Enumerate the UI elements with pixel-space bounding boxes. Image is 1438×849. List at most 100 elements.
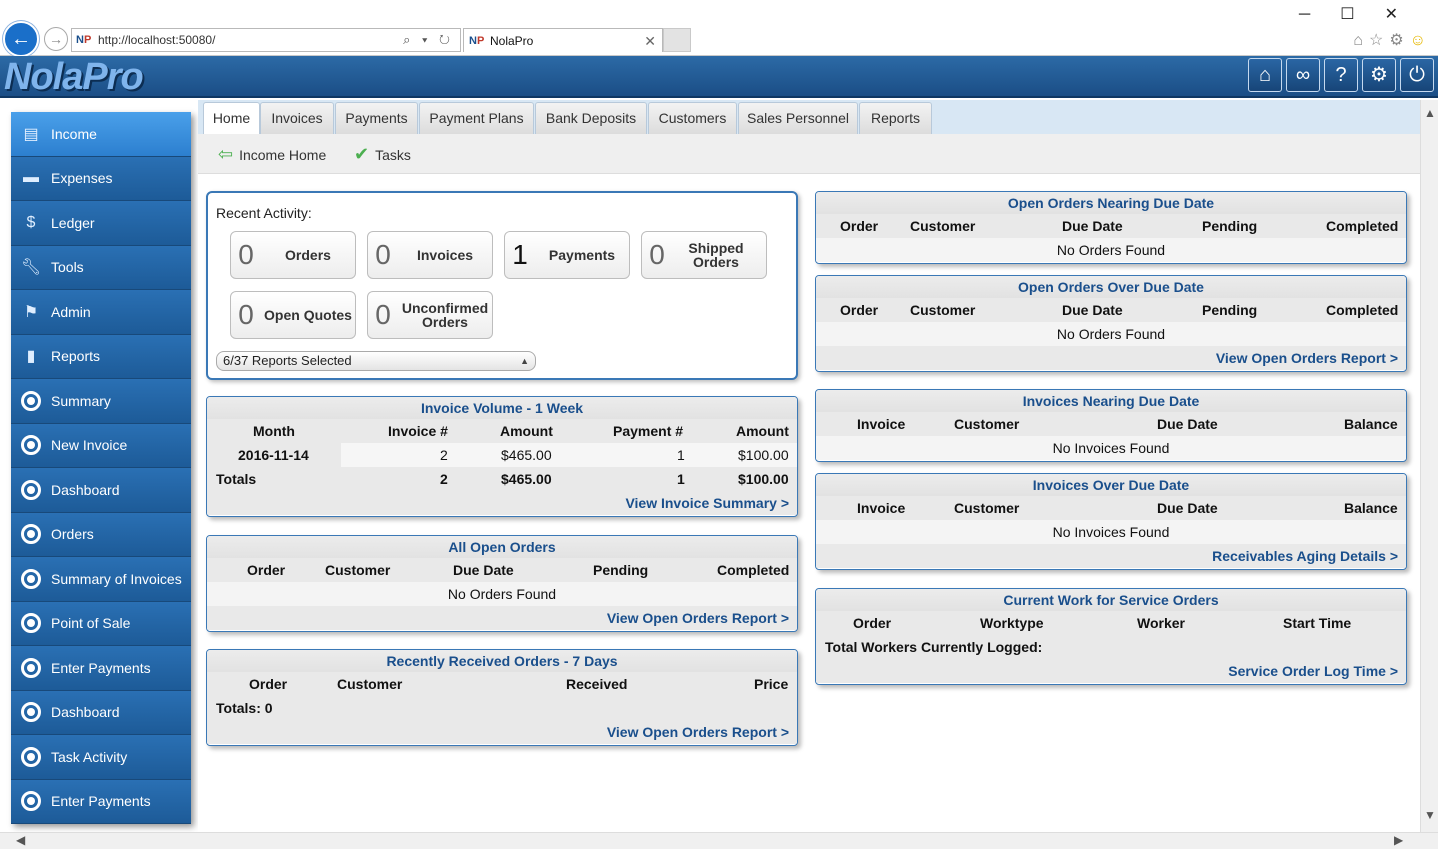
address-icons[interactable]: ⌕ ▾ ↻ xyxy=(403,29,454,51)
power-icon[interactable]: ⏻ xyxy=(1400,58,1434,92)
sidebar-item-orders[interactable]: Orders xyxy=(11,512,191,557)
sidebar-item-admin[interactable]: ⚑ Admin xyxy=(11,290,191,335)
count: 0 xyxy=(238,239,254,270)
empty-message: No Invoices Found xyxy=(1052,440,1170,456)
back-button[interactable]: ← xyxy=(3,21,39,57)
sidebar-item-income[interactable]: ▤ Income xyxy=(11,112,191,157)
table-header: Order Customer Due Date Pending Complete… xyxy=(816,298,1406,322)
service-order-log-time-link[interactable]: Service Order Log Time > xyxy=(1228,659,1398,683)
sidebar-item-enter-payments-2[interactable]: Enter Payments xyxy=(11,779,191,824)
tab-payments[interactable]: Payments xyxy=(335,102,418,134)
circle-icon xyxy=(19,745,43,769)
tab-invoices[interactable]: Invoices xyxy=(260,102,334,134)
address-bar[interactable]: NP http://localhost:50080/ ⌕ ▾ ↻ xyxy=(71,28,461,52)
sidebar-item-expenses[interactable]: ▬ Expenses xyxy=(11,156,191,201)
col-header: Order xyxy=(840,302,879,318)
sidebar-item-summary-of-invoices[interactable]: Summary of Invoices xyxy=(11,557,191,602)
sidebar-item-label: Tools xyxy=(51,259,84,276)
sidebar-item-point-of-sale[interactable]: Point of Sale xyxy=(11,601,191,646)
count-label: Orders xyxy=(285,247,331,263)
view-invoice-summary-link[interactable]: View Invoice Summary > xyxy=(625,491,789,515)
scroll-down-icon[interactable]: ▼ xyxy=(1424,808,1436,822)
unconfirmed-orders-count-box[interactable]: 0 Unconfirmed Orders xyxy=(367,291,493,339)
minimize-icon[interactable]: ─ xyxy=(1299,6,1340,23)
circle-icon xyxy=(19,567,43,591)
new-tab-button[interactable] xyxy=(663,28,691,52)
maximize-icon[interactable]: ☐ xyxy=(1340,6,1384,23)
sidebar-item-summary[interactable]: Summary xyxy=(11,379,191,424)
table-header: Month Invoice # Amount Payment # Amount xyxy=(207,419,797,443)
help-icon[interactable]: ? xyxy=(1324,58,1358,92)
scroll-right-icon[interactable]: ▶ xyxy=(1394,833,1403,847)
recent-activity-label: Recent Activity: xyxy=(216,205,312,221)
view-open-orders-report-link[interactable]: View Open Orders Report > xyxy=(1216,346,1398,370)
invoices-count-box[interactable]: 0 Invoices xyxy=(367,231,493,279)
sidebar-item-label: Orders xyxy=(51,526,94,543)
header-buttons: ⌂ ∞ ? ⚙ ⏻ xyxy=(1248,58,1434,92)
count: 0 xyxy=(375,239,391,270)
panel-title: Invoice Volume - 1 Week xyxy=(207,397,797,419)
home-icon[interactable]: ⌂ xyxy=(1248,58,1282,92)
reports-selected-dropdown[interactable]: 6/37 Reports Selected ▲ xyxy=(216,351,536,371)
sidebar-item-new-invoice[interactable]: New Invoice xyxy=(11,423,191,468)
receivables-aging-details-link[interactable]: Receivables Aging Details > xyxy=(1212,544,1398,568)
sidebar-item-label: Enter Payments xyxy=(51,659,151,676)
tab-reports[interactable]: Reports xyxy=(859,102,932,134)
col-header: Balance xyxy=(1344,500,1398,516)
sidebar-item-ledger[interactable]: $ Ledger xyxy=(11,201,191,246)
logo: NolaPro xyxy=(4,56,144,98)
home-icon[interactable]: ⌂ xyxy=(1353,32,1369,49)
income-home-label: Income Home xyxy=(239,146,327,163)
col-header: Invoice # xyxy=(388,423,448,439)
totals-text: Total Workers Currently Logged: xyxy=(825,639,1043,655)
payments-count-box[interactable]: 1 Payments xyxy=(504,231,630,279)
sidebar-item-dashboard[interactable]: Dashboard xyxy=(11,468,191,513)
col-header: Order xyxy=(853,615,892,631)
close-icon[interactable]: ✕ xyxy=(1385,6,1428,23)
horizontal-scrollbar[interactable]: ◀ ▶ xyxy=(0,832,1438,849)
income-home-link[interactable]: ⇦ Income Home xyxy=(218,144,326,165)
shipped-orders-count-box[interactable]: 0 Shipped Orders xyxy=(641,231,767,279)
tab-payment-plans[interactable]: Payment Plans xyxy=(419,102,534,134)
tab-home[interactable]: Home xyxy=(203,102,260,135)
col-header: Order xyxy=(249,676,288,692)
sidebar-item-tools[interactable]: 🔧︎ Tools xyxy=(11,245,191,290)
sidebar-item-label: Ledger xyxy=(51,214,95,231)
vertical-scrollbar[interactable]: ▲ ▼ xyxy=(1420,100,1438,832)
invoice-volume-panel: Invoice Volume - 1 Week Month Invoice # … xyxy=(206,396,798,517)
scroll-up-icon[interactable]: ▲ xyxy=(1424,106,1436,120)
gear-icon[interactable]: ⚙ xyxy=(1362,58,1396,92)
smiley-icon[interactable]: ☺ xyxy=(1410,32,1432,49)
favicon-icon: NP xyxy=(76,34,92,46)
gear-icon[interactable]: ⚙ xyxy=(1389,32,1409,49)
sidebar-item-dashboard-2[interactable]: Dashboard xyxy=(11,690,191,735)
empty-row: No Invoices Found xyxy=(816,436,1406,460)
tab-sales-personnel[interactable]: Sales Personnel xyxy=(738,102,858,134)
window-controls: ─☐✕ xyxy=(1299,4,1428,24)
tab-bank-deposits[interactable]: Bank Deposits xyxy=(535,102,647,134)
orders-count-box[interactable]: 0 Orders xyxy=(230,231,356,279)
browser-tab[interactable]: NP NolaPro ✕ xyxy=(463,28,663,52)
col-header: Worker xyxy=(1137,615,1185,631)
sidebar-item-label: Point of Sale xyxy=(51,615,131,632)
link-icon[interactable]: ∞ xyxy=(1286,58,1320,92)
sidebar-item-task-activity[interactable]: Task Activity xyxy=(11,735,191,780)
empty-row: No Orders Found xyxy=(816,322,1406,346)
arrow-left-icon: ⇦ xyxy=(218,144,234,164)
forward-button[interactable]: → xyxy=(44,27,68,51)
col-header: Completed xyxy=(1326,302,1399,318)
star-icon[interactable]: ☆ xyxy=(1369,32,1389,49)
sidebar-item-reports[interactable]: ▮ Reports xyxy=(11,334,191,379)
empty-row: No Orders Found xyxy=(207,582,797,606)
open-quotes-count-box[interactable]: 0 Open Quotes xyxy=(230,291,356,339)
tasks-link[interactable]: ✔ Tasks xyxy=(354,144,411,165)
sidebar-item-enter-payments[interactable]: Enter Payments xyxy=(11,646,191,691)
empty-row: No Invoices Found xyxy=(816,520,1406,544)
scroll-left-icon[interactable]: ◀ xyxy=(16,833,25,847)
panel-title: Current Work for Service Orders xyxy=(816,589,1406,611)
tab-customers[interactable]: Customers xyxy=(648,102,737,134)
tab-close-icon[interactable]: ✕ xyxy=(644,29,656,53)
view-open-orders-report-link[interactable]: View Open Orders Report > xyxy=(607,720,789,744)
view-open-orders-report-link[interactable]: View Open Orders Report > xyxy=(607,606,789,630)
totals-text: Totals: 0 xyxy=(216,700,273,716)
